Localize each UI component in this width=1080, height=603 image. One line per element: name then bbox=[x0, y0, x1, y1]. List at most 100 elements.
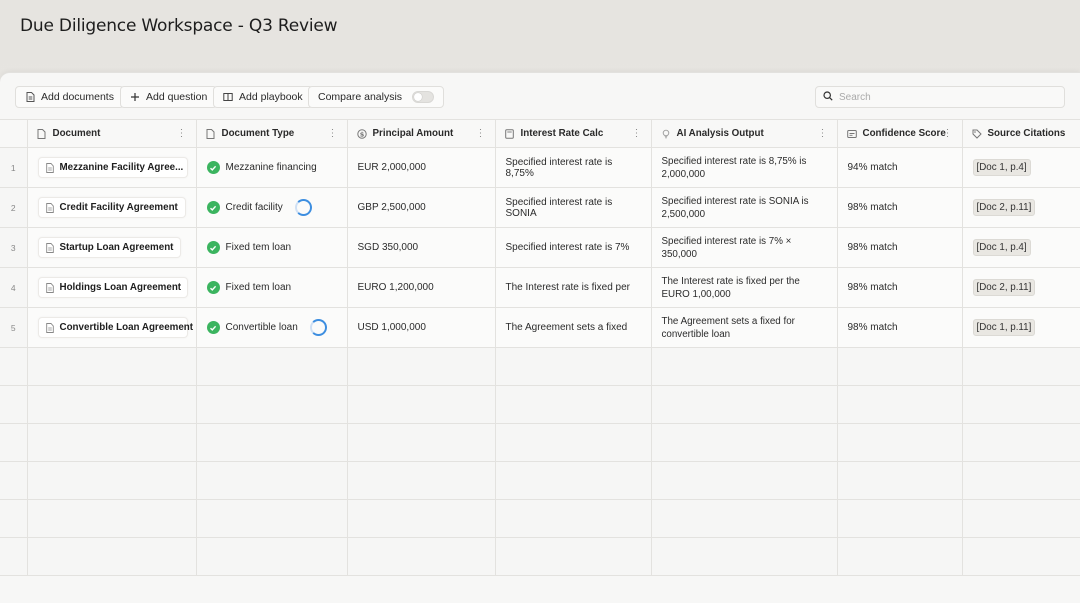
interest-rate-cell[interactable]: Specified interest rate is 7% bbox=[495, 227, 652, 268]
interest-rate-cell[interactable]: Specified interest rate is 8,75% bbox=[495, 147, 652, 188]
document-icon bbox=[25, 92, 35, 102]
table-row[interactable]: 4 Holdings Loan Agreement Fixed tem loan… bbox=[0, 267, 1080, 308]
citation-chip[interactable]: [Doc 1, p.4] bbox=[972, 239, 1031, 256]
document-type-cell[interactable]: Mezzanine financing bbox=[196, 147, 348, 188]
document-type: Convertible loan bbox=[225, 322, 298, 333]
column-menu-icon[interactable]: ⋮ bbox=[476, 128, 486, 139]
table-row[interactable]: 1 Mezzanine Facility Agree... Mezzanine … bbox=[0, 147, 1080, 188]
citation-chip[interactable]: [Doc 2, p.11] bbox=[972, 279, 1036, 296]
source-citation-cell[interactable]: [Doc 2, p.11] bbox=[962, 187, 1080, 228]
document-type-cell[interactable]: Convertible loan bbox=[196, 307, 348, 348]
document-chip[interactable]: Mezzanine Facility Agree... bbox=[37, 157, 188, 178]
source-citation-cell[interactable]: [Doc 1, p.4] bbox=[962, 227, 1080, 268]
row-number: 4 bbox=[0, 267, 28, 308]
principal-amount-cell[interactable]: EUR 2,000,000 bbox=[347, 147, 496, 188]
add-documents-label: Add documents bbox=[41, 91, 114, 103]
column-header-confidence-score[interactable]: Confidence Score ⋮ bbox=[837, 119, 963, 148]
principal-amount-cell[interactable]: GBP 2,500,000 bbox=[347, 187, 496, 228]
document-chip[interactable]: Holdings Loan Agreement bbox=[37, 277, 188, 298]
interest-rate-cell[interactable]: The Interest rate is fixed per bbox=[495, 267, 652, 308]
file-icon bbox=[206, 128, 216, 139]
document-cell[interactable]: Mezzanine Facility Agree... bbox=[27, 147, 197, 188]
ai-analysis-cell[interactable]: The Interest rate is fixed per the EURO … bbox=[651, 267, 838, 308]
page-title: Due Diligence Workspace - Q3 Review bbox=[20, 16, 338, 36]
principal-amount-cell[interactable]: EURO 1,200,000 bbox=[347, 267, 496, 308]
search-input[interactable] bbox=[839, 91, 1049, 103]
calculator-icon bbox=[504, 128, 515, 139]
dollar-circle-icon: $ bbox=[356, 128, 367, 139]
interest-rate-cell[interactable]: The Agreement sets a fixed bbox=[495, 307, 652, 348]
column-menu-icon[interactable]: ⋮ bbox=[632, 128, 642, 139]
column-header-interest-rate[interactable]: Interest Rate Calc ⋮ bbox=[495, 119, 652, 148]
column-header-source-citations[interactable]: Source Citations bbox=[962, 119, 1080, 148]
table-row[interactable]: 2 Credit Facility Agreement Credit facil… bbox=[0, 187, 1080, 228]
table-row[interactable]: 5 Convertible Loan Agreement Convertible… bbox=[0, 307, 1080, 348]
confidence-score-cell[interactable]: 94% match bbox=[837, 147, 963, 188]
document-chip[interactable]: Credit Facility Agreement bbox=[37, 197, 186, 218]
column-menu-icon[interactable]: ⋮ bbox=[328, 128, 338, 139]
compare-analysis-control[interactable]: Compare analysis bbox=[308, 86, 445, 108]
column-header-document-type[interactable]: Document Type ⋮ bbox=[196, 119, 348, 148]
column-header-ai-analysis[interactable]: AI Analysis Output ⋮ bbox=[651, 119, 838, 148]
column-header-label: Interest Rate Calc bbox=[520, 128, 604, 139]
document-type-cell[interactable]: Fixed tem loan bbox=[196, 267, 348, 308]
principal-amount-cell[interactable]: USD 1,000,000 bbox=[347, 307, 496, 348]
add-documents-button[interactable]: Add documents bbox=[15, 86, 124, 108]
document-name: Convertible Loan Agreement bbox=[59, 322, 194, 333]
column-header-document[interactable]: Document ⋮ bbox=[27, 119, 197, 148]
citation-chip[interactable]: [Doc 1, p.4] bbox=[972, 159, 1031, 176]
source-citation-cell[interactable]: [Doc 1, p.11] bbox=[962, 307, 1080, 348]
ai-analysis-cell[interactable]: Specified interest rate is 8,75% is 2,00… bbox=[651, 147, 838, 188]
column-menu-icon[interactable]: ⋮ bbox=[177, 128, 187, 139]
column-header-label: Source Citations bbox=[987, 128, 1066, 139]
check-circle-icon bbox=[206, 321, 220, 334]
principal-amount: USD 1,000,000 bbox=[357, 322, 426, 333]
search-box[interactable] bbox=[815, 86, 1065, 108]
document-chip[interactable]: Convertible Loan Agreement bbox=[37, 317, 193, 338]
rownum-header bbox=[0, 119, 28, 148]
document-chip[interactable]: Startup Loan Agreement bbox=[37, 237, 182, 258]
document-type-cell[interactable]: Credit facility bbox=[196, 187, 348, 228]
file-icon bbox=[45, 282, 54, 293]
ai-analysis-cell[interactable]: Specified interest rate is SONIA is 2,50… bbox=[651, 187, 838, 228]
document-type-cell[interactable]: Fixed tem loan bbox=[196, 227, 348, 268]
column-menu-icon[interactable]: ⋮ bbox=[818, 128, 828, 139]
principal-amount-cell[interactable]: SGD 350,000 bbox=[347, 227, 496, 268]
confidence-score: 98% match bbox=[847, 202, 898, 213]
compare-analysis-toggle[interactable] bbox=[412, 91, 435, 103]
workspace-panel: Add documents Add question Add playbook … bbox=[0, 72, 1080, 603]
principal-amount: SGD 350,000 bbox=[357, 242, 419, 253]
ai-analysis-cell[interactable]: Specified interest rate is 7% × 350,000 bbox=[651, 227, 838, 268]
add-playbook-button[interactable]: Add playbook bbox=[213, 86, 313, 108]
add-playbook-label: Add playbook bbox=[239, 91, 303, 103]
table-body: 1 Mezzanine Facility Agree... Mezzanine … bbox=[0, 147, 1080, 576]
confidence-score-cell[interactable]: 98% match bbox=[837, 187, 963, 228]
document-name: Credit Facility Agreement bbox=[59, 202, 178, 213]
document-cell[interactable]: Convertible Loan Agreement bbox=[27, 307, 197, 348]
ai-analysis-cell[interactable]: The Agreement sets a fixed for convertib… bbox=[651, 307, 838, 348]
table-row[interactable]: 3 Startup Loan Agreement Fixed tem loan … bbox=[0, 227, 1080, 268]
file-icon bbox=[45, 242, 54, 253]
check-circle-icon bbox=[206, 161, 220, 174]
citation-chip[interactable]: [Doc 2, p.11] bbox=[972, 199, 1036, 216]
interest-rate-cell[interactable]: Specified interest rate is SONIA bbox=[495, 187, 652, 228]
ai-analysis-text: Specified interest rate is 7% × 350,000 bbox=[661, 235, 792, 260]
source-citation-cell[interactable]: [Doc 1, p.4] bbox=[962, 147, 1080, 188]
citation-chip[interactable]: [Doc 1, p.11] bbox=[972, 319, 1036, 336]
document-type: Fixed tem loan bbox=[225, 282, 292, 293]
column-menu-icon[interactable]: ⋮ bbox=[943, 128, 953, 139]
add-question-button[interactable]: Add question bbox=[120, 86, 218, 108]
source-citation-cell[interactable]: [Doc 2, p.11] bbox=[962, 267, 1080, 308]
document-cell[interactable]: Credit Facility Agreement bbox=[27, 187, 197, 228]
compare-analysis-label: Compare analysis bbox=[318, 91, 403, 103]
document-cell[interactable]: Startup Loan Agreement bbox=[27, 227, 197, 268]
confidence-score-cell[interactable]: 98% match bbox=[837, 267, 963, 308]
file-icon bbox=[45, 202, 54, 213]
document-cell[interactable]: Holdings Loan Agreement bbox=[27, 267, 197, 308]
confidence-score-cell[interactable]: 98% match bbox=[837, 227, 963, 268]
empty-row bbox=[0, 347, 1080, 386]
document-type: Mezzanine financing bbox=[225, 162, 317, 173]
confidence-score-cell[interactable]: 98% match bbox=[837, 307, 963, 348]
toolbar: Add documents Add question Add playbook … bbox=[0, 73, 1080, 119]
column-header-principal-amount[interactable]: $ Principal Amount ⋮ bbox=[347, 119, 496, 148]
